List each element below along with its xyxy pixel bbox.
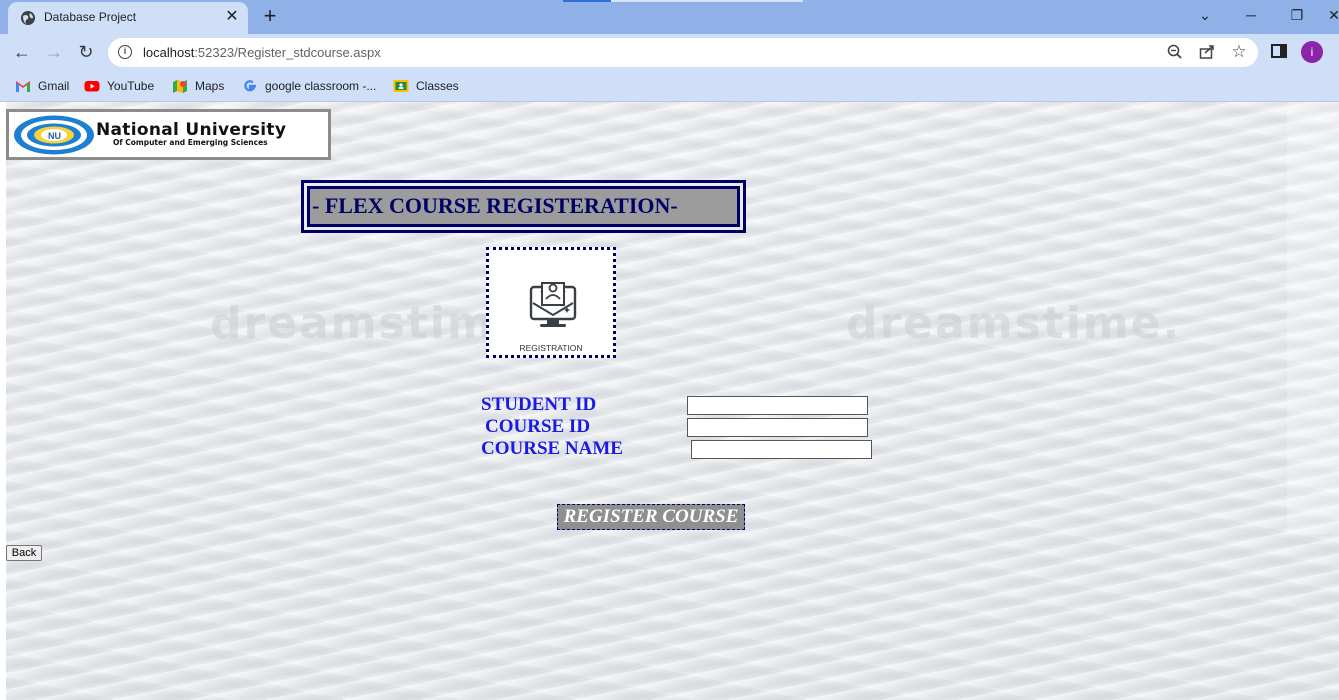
forward-arrow-icon[interactable]: → — [42, 40, 66, 64]
course-name-label: COURSE NAME — [481, 438, 623, 459]
maps-icon — [173, 79, 187, 93]
tab-title: Database Project — [44, 10, 137, 24]
chevron-down-icon[interactable]: ⌄ — [1196, 6, 1214, 24]
register-course-button[interactable]: REGISTER COURSE — [557, 504, 745, 530]
logo-title: National University — [96, 120, 287, 140]
bookmark-label: Classes — [416, 78, 459, 93]
titlebar-highlight-dark — [563, 0, 611, 2]
bookmark-google-classroom[interactable]: google classroom -... — [242, 78, 376, 96]
student-id-label: STUDENT ID — [481, 394, 597, 415]
bookmark-youtube[interactable]: YouTube — [84, 78, 154, 96]
google-icon — [244, 80, 256, 92]
browser-titlebar: Database Project ✕ + ⌄ ─ ❐ ✕ — [0, 0, 1339, 34]
university-seal-icon: NU — [14, 115, 94, 155]
page-heading-inner: - FLEX COURSE REGISTERATION- — [307, 186, 740, 227]
page-right-panel — [1287, 102, 1339, 534]
url-host: localhost — [143, 45, 195, 60]
reload-icon[interactable]: ↻ — [74, 40, 98, 64]
gmail-icon — [16, 80, 30, 92]
registration-image-label: REGISTRATION — [519, 343, 583, 353]
youtube-icon — [84, 80, 100, 92]
bookmark-classes[interactable]: Classes — [393, 78, 459, 96]
page-body: dreamstime. dreamstime. NU National Univ… — [0, 102, 1339, 700]
close-window-icon[interactable]: ✕ — [1325, 6, 1339, 24]
page-title: - FLEX COURSE REGISTERATION- — [312, 193, 678, 218]
back-arrow-icon[interactable]: ← — [10, 40, 34, 64]
university-logo: NU National University Of Computer and E… — [6, 109, 331, 160]
address-bar[interactable]: i localhost:52323/Register_stdcourse.asp… — [108, 38, 1258, 67]
site-info-icon[interactable]: i — [118, 45, 132, 59]
close-tab-icon[interactable]: ✕ — [224, 7, 240, 27]
minimize-icon[interactable]: ─ — [1242, 6, 1260, 24]
globe-icon — [21, 11, 35, 25]
restore-icon[interactable]: ❐ — [1288, 6, 1306, 24]
star-icon[interactable]: ☆ — [1230, 43, 1248, 61]
course-name-input[interactable] — [691, 440, 872, 459]
bookmark-label: google classroom -... — [265, 78, 377, 93]
url-text: localhost:52323/Register_stdcourse.aspx — [143, 45, 381, 60]
share-icon[interactable] — [1198, 43, 1216, 61]
bookmark-label: Maps — [195, 78, 225, 93]
page-left-margin — [0, 102, 6, 700]
bookmark-maps[interactable]: Maps — [172, 78, 224, 96]
registration-icon — [529, 282, 577, 327]
student-id-input[interactable] — [687, 396, 868, 415]
back-button[interactable]: Back — [6, 545, 42, 561]
bookmark-gmail[interactable]: Gmail — [15, 78, 69, 96]
browser-toolbar: ← → ↻ i localhost:52323/Register_stdcour… — [0, 34, 1339, 71]
svg-text:NU: NU — [48, 131, 61, 141]
zoom-icon[interactable] — [1166, 43, 1184, 61]
classroom-icon — [393, 79, 409, 92]
browser-tab[interactable]: Database Project ✕ — [8, 2, 248, 34]
page-heading: - FLEX COURSE REGISTERATION- — [301, 180, 746, 233]
bookmarks-bar: Gmail YouTube Maps google classroom -...… — [0, 71, 1339, 102]
course-id-label: COURSE ID — [485, 416, 591, 437]
new-tab-icon[interactable]: + — [259, 4, 281, 28]
course-id-input[interactable] — [687, 418, 868, 437]
watermark-text: dreamstime. — [846, 298, 1182, 349]
bookmark-label: YouTube — [107, 78, 155, 93]
registration-image: REGISTRATION — [486, 247, 616, 358]
bookmark-label: Gmail — [38, 78, 70, 93]
side-panel-icon[interactable] — [1271, 44, 1287, 58]
url-path: :52323/Register_stdcourse.aspx — [194, 45, 381, 60]
profile-avatar[interactable]: i — [1301, 41, 1323, 63]
logo-subtitle: Of Computer and Emerging Sciences — [113, 138, 268, 147]
